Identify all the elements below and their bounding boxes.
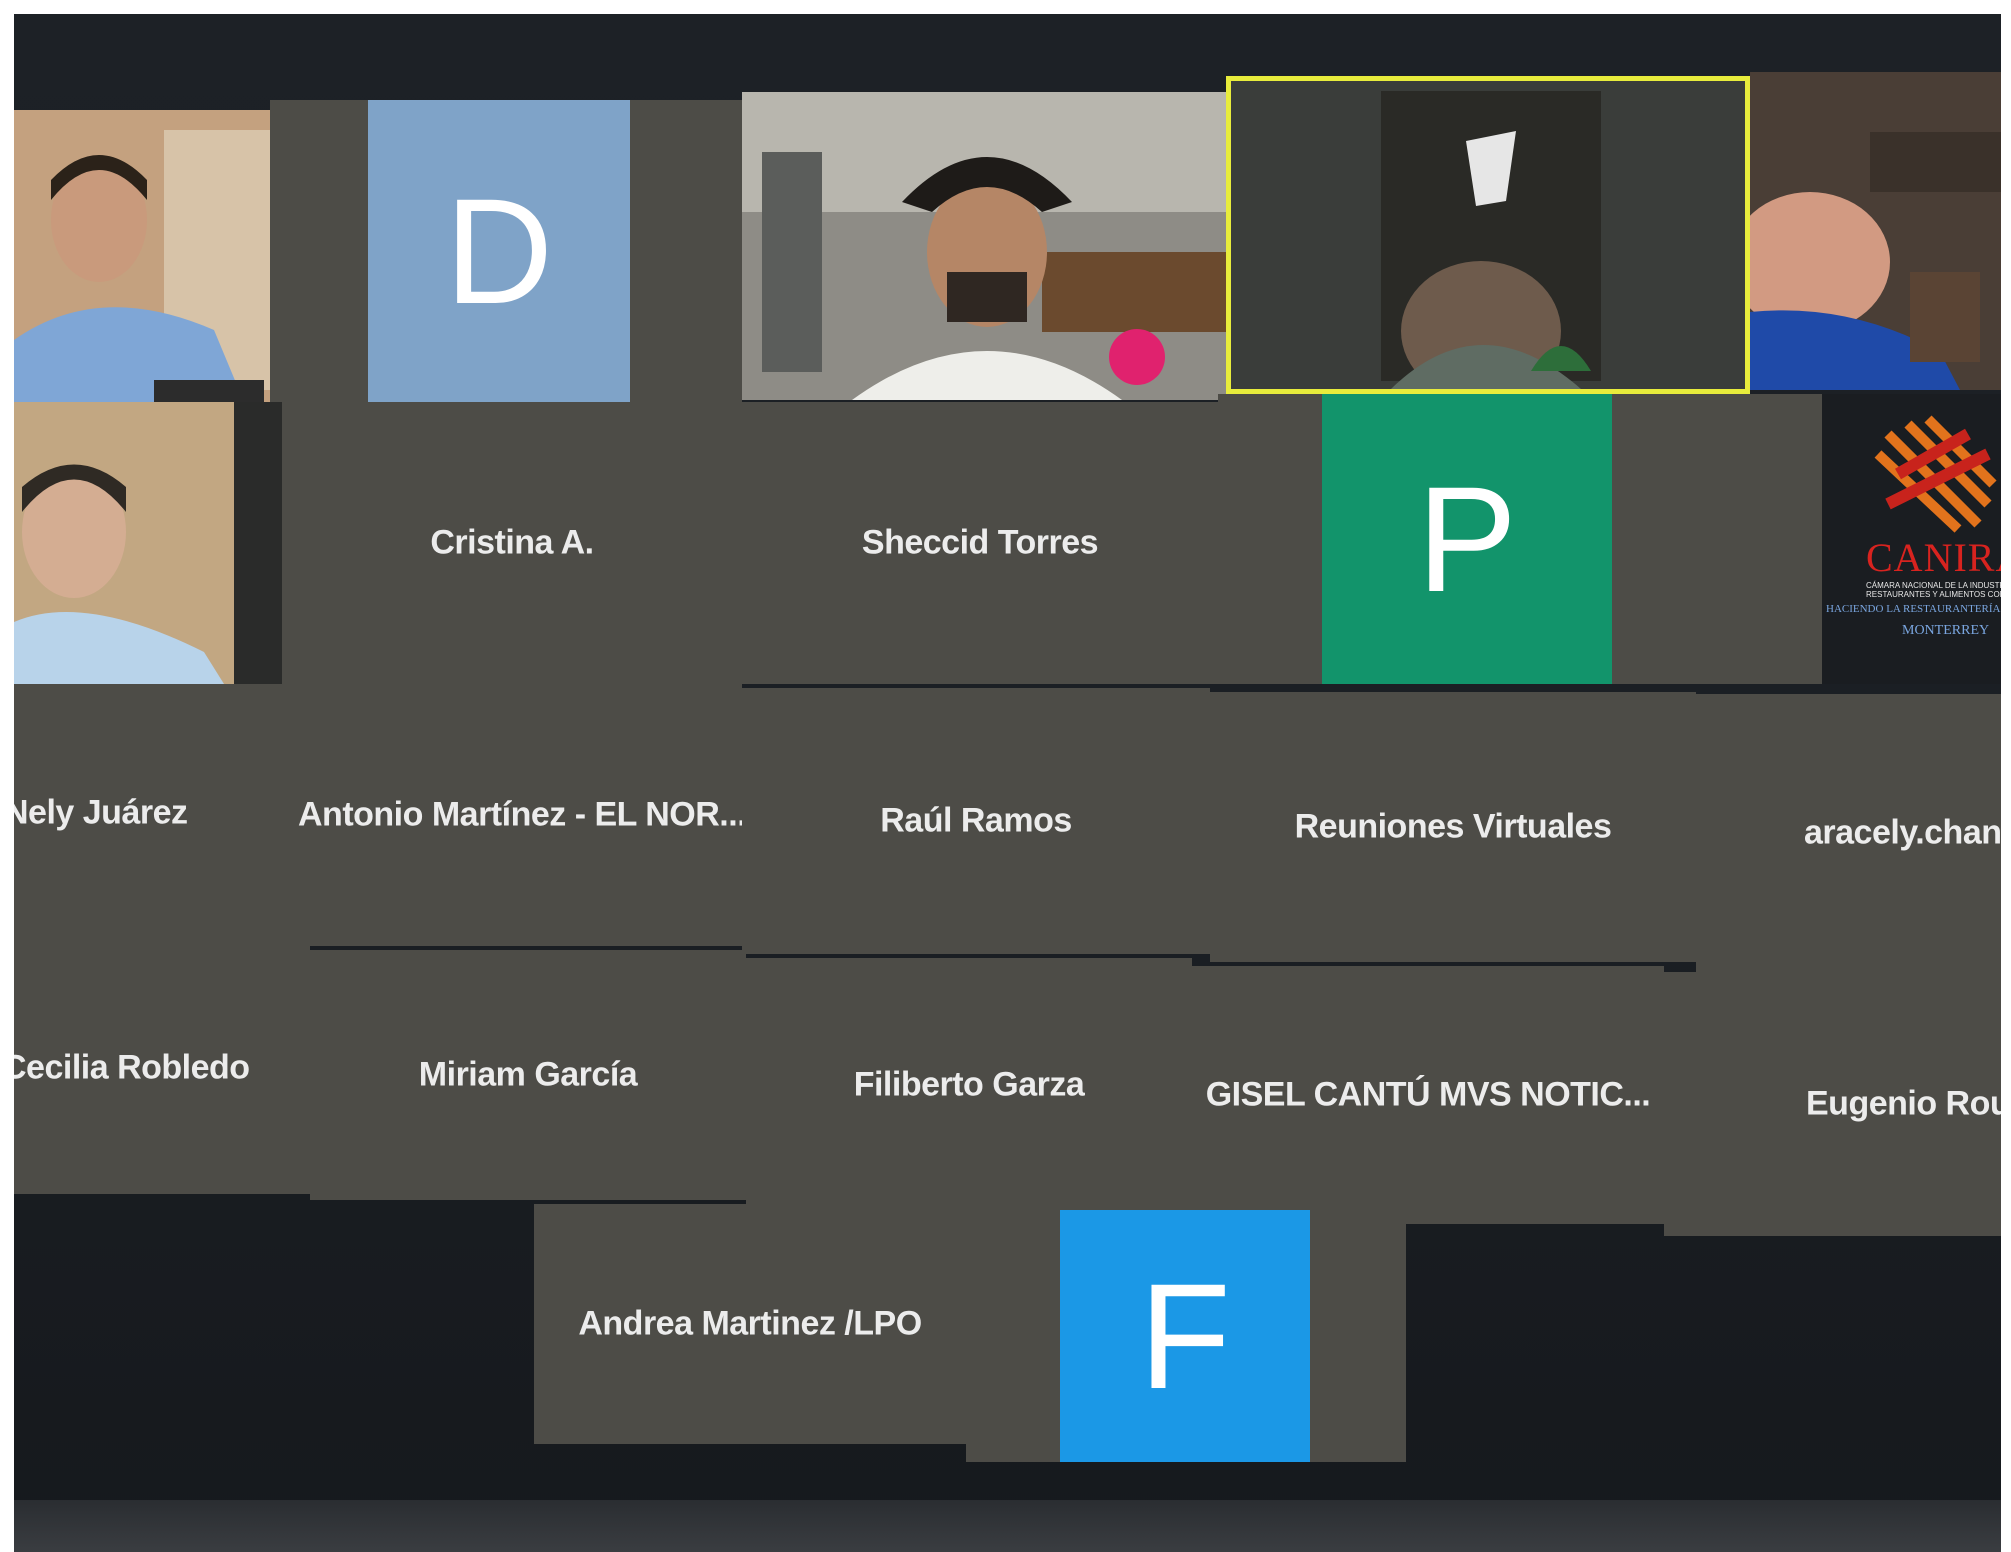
avatar-initial: D xyxy=(444,166,554,335)
tile-margin xyxy=(1718,394,1822,684)
avatar-f: F xyxy=(1060,1210,1310,1462)
canira-logo-icon xyxy=(1874,415,1997,533)
participant-name: Andrea Martinez /LPO xyxy=(578,1304,922,1343)
video-tile-participant-2[interactable] xyxy=(14,402,282,684)
video-tile-participant-d[interactable]: D xyxy=(270,100,742,402)
participant-name: Antonio Martínez - EL NOR... xyxy=(298,795,742,834)
participant-name: Nely Juárez xyxy=(14,793,188,832)
participant-video xyxy=(14,110,270,402)
avatar-initial: F xyxy=(1139,1251,1231,1420)
logo-line1: CÁMARA NACIONAL DE LA INDUSTRIA DE xyxy=(1866,581,2001,590)
avatar-d: D xyxy=(368,100,630,402)
video-tile-participant-f[interactable]: F xyxy=(966,1210,1406,1462)
video-tile-cristina[interactable]: Cristina A. xyxy=(282,402,742,684)
participant-name: aracely.chant xyxy=(1804,813,2001,852)
video-tile-eugenio[interactable]: Eugenio Roux xyxy=(1664,972,2001,1236)
participant-video xyxy=(1750,72,2001,390)
video-tile-gisel[interactable]: GISEL CANTÚ MVS NOTIC... xyxy=(1192,966,1664,1224)
participant-video xyxy=(14,402,234,684)
logo-line2: RESTAURANTES Y ALIMENTOS CONDIMENTADOS xyxy=(1866,590,2001,599)
video-tile-participant-hat[interactable] xyxy=(742,92,1226,400)
participant-name: Raúl Ramos xyxy=(880,801,1072,840)
video-tile-participant-back[interactable] xyxy=(1750,72,2001,390)
participant-name: Cecilia Robledo xyxy=(14,1048,250,1087)
participant-video xyxy=(1231,81,1745,389)
video-tile-active-speaker[interactable] xyxy=(1226,76,1750,394)
video-tile-miriam[interactable]: Miriam García xyxy=(310,950,746,1200)
logo-tagline: HACIENDO LA RESTAURANTERÍA xyxy=(1826,603,2001,615)
participant-name: Cristina A. xyxy=(430,523,594,562)
video-tile-participant-p[interactable]: P xyxy=(1218,394,1718,684)
avatar-p: P xyxy=(1322,394,1612,684)
participant-video xyxy=(742,92,1226,400)
video-tile-raul[interactable]: Raúl Ramos xyxy=(742,688,1210,954)
video-tile-nely[interactable]: Nely Juárez xyxy=(14,684,298,942)
logo-city: MONTERREY xyxy=(1902,623,1990,638)
canira-logo: CANIRA CÁMARA NACIONAL DE LA INDUSTRIA D… xyxy=(1826,534,2001,639)
participant-name: Filiberto Garza xyxy=(853,1065,1085,1104)
monitor-bezel xyxy=(14,1500,2001,1552)
video-tile-canira[interactable]: CANIRA CÁMARA NACIONAL DE LA INDUSTRIA D… xyxy=(1718,394,2001,684)
video-tile-cecilia[interactable]: Cecilia Robledo xyxy=(14,942,310,1194)
logo-brand: CANIRA xyxy=(1866,535,2001,580)
participant-name: Sheccid Torres xyxy=(861,523,1099,562)
video-tile-participant-1[interactable] xyxy=(14,110,270,402)
participant-name: GISEL CANTÚ MVS NOTIC... xyxy=(1205,1075,1651,1114)
participant-name: Reuniones Virtuales xyxy=(1294,807,1612,846)
video-tile-filiberto[interactable]: Filiberto Garza xyxy=(746,958,1192,1212)
avatar-initial: P xyxy=(1416,454,1518,623)
video-gallery: D Cristina A. Sheccid Torres P CANIR CÁM… xyxy=(14,14,2001,1552)
video-tile-aracely[interactable]: aracely.chant xyxy=(1696,694,2001,972)
video-tile-reuniones[interactable]: Reuniones Virtuales xyxy=(1210,692,1696,962)
video-tile-sheccid[interactable]: Sheccid Torres xyxy=(742,402,1218,684)
participant-name: Eugenio Roux xyxy=(1806,1084,2001,1123)
video-tile-antonio[interactable]: Antonio Martínez - EL NOR... xyxy=(298,684,742,946)
video-tile-andrea[interactable]: Andrea Martinez /LPO xyxy=(534,1204,966,1444)
participant-name: Miriam García xyxy=(418,1055,638,1094)
